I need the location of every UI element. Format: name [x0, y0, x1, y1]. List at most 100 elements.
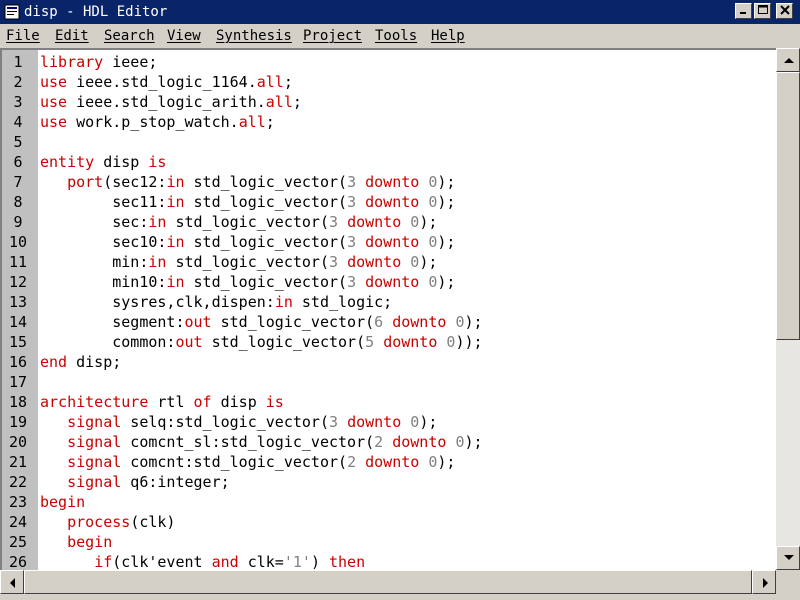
scroll-down-button[interactable] — [776, 546, 800, 570]
text-token: disp; — [67, 353, 122, 371]
line-number: 26 — [8, 553, 28, 570]
keyword-token: use — [40, 93, 68, 111]
keyword-token: signal — [67, 473, 122, 491]
scroll-up-button[interactable] — [776, 48, 800, 72]
code-line[interactable]: 10 sec10:in std_logic_vector(3 downto 0)… — [2, 232, 776, 252]
text-token: rtl — [148, 393, 194, 411]
code-line[interactable]: 16 end disp; — [2, 352, 776, 372]
literal-token: 0 — [410, 253, 420, 271]
horizontal-scrollbar[interactable] — [0, 570, 776, 594]
code-line[interactable]: 1 library ieee; — [2, 52, 776, 72]
maximize-button[interactable] — [754, 3, 771, 19]
literal-token: 2 — [374, 433, 384, 451]
code-line[interactable]: 3 use ieee.std_logic_arith.all; — [2, 92, 776, 112]
code-line[interactable]: 11 min:in std_logic_vector(3 downto 0); — [2, 252, 776, 272]
code-line[interactable]: 21 signal comcnt:std_logic_vector(2 down… — [2, 452, 776, 472]
keyword-token: if — [94, 553, 113, 570]
code-text: min:in std_logic_vector(3 downto 0); — [40, 252, 437, 272]
code-text: signal comcnt_sl:std_logic_vector(2 down… — [40, 432, 482, 452]
code-line[interactable]: 12 min10:in std_logic_vector(3 downto 0)… — [2, 272, 776, 292]
keyword-token: downto — [365, 273, 420, 291]
literal-token: 3 — [347, 273, 357, 291]
title-bar[interactable]: disp - HDL Editor — [0, 0, 800, 24]
scroll-left-button[interactable] — [0, 570, 24, 594]
code-line[interactable]: 22 signal q6:integer; — [2, 472, 776, 492]
menu-edit[interactable]: Edit — [55, 28, 89, 44]
horizontal-scroll-thumb[interactable] — [24, 570, 752, 594]
keyword-token: out — [175, 333, 203, 351]
code-line[interactable]: 13 sysres,clk,dispen:in std_logic; — [2, 292, 776, 312]
text-token: comcnt_sl:std_logic_vector( — [121, 433, 375, 451]
code-editor[interactable]: 1 library ieee; 2 use ieee.std_logic_1164.a… — [0, 48, 776, 570]
keyword-token: is — [148, 153, 167, 171]
code-line[interactable]: 2 use ieee.std_logic_1164.all; — [2, 72, 776, 92]
scroll-right-button[interactable] — [752, 570, 776, 594]
line-number: 7 — [13, 173, 23, 191]
code-line[interactable]: 17 — [2, 372, 776, 392]
text-token: q6:integer; — [121, 473, 230, 491]
text-token: common: — [40, 333, 176, 351]
text-token: sec11: — [40, 193, 167, 211]
keyword-token: all — [265, 93, 293, 111]
keyword-token: in — [274, 293, 293, 311]
menu-help[interactable]: Help — [431, 28, 465, 44]
code-line[interactable]: 7 port(sec12:in std_logic_vector(3 downt… — [2, 172, 776, 192]
code-line[interactable]: 23 begin — [2, 492, 776, 512]
vertical-scrollbar[interactable] — [776, 48, 800, 570]
minimize-button[interactable] — [735, 3, 752, 19]
code-line[interactable]: 9 sec:in std_logic_vector(3 downto 0); — [2, 212, 776, 232]
hdl-editor-window: disp - HDL Editor File Edit Search View … — [0, 0, 800, 600]
code-line[interactable]: 6 entity disp is — [2, 152, 776, 172]
code-line[interactable]: 4 use work.p_stop_watch.all; — [2, 112, 776, 132]
code-text: port(sec12:in std_logic_vector(3 downto … — [40, 172, 455, 192]
text-token: std_logic_vector( — [184, 273, 348, 291]
keyword-token: downto — [347, 413, 402, 431]
text-token: ); — [437, 273, 456, 291]
literal-token: 5 — [365, 333, 375, 351]
code-line[interactable]: 14 segment:out std_logic_vector(6 downto… — [2, 312, 776, 332]
keyword-token: downto — [347, 213, 402, 231]
menu-view[interactable]: View — [167, 28, 201, 44]
code-text: library ieee; — [40, 52, 157, 72]
text-token: std_logic_vector( — [211, 313, 375, 331]
text-token: ieee; — [103, 53, 158, 71]
code-line[interactable]: 18 architecture rtl of disp is — [2, 392, 776, 412]
menu-search[interactable]: Search — [104, 28, 155, 44]
code-line[interactable]: 24 process(clk) — [2, 512, 776, 532]
code-text: common:out std_logic_vector(5 downto 0))… — [40, 332, 482, 352]
text-token: clk= — [238, 553, 284, 570]
line-number: 5 — [13, 133, 23, 151]
text-token: sec10: — [40, 233, 167, 251]
line-number: 10 — [8, 233, 28, 251]
menu-tools[interactable]: Tools — [375, 28, 417, 44]
menu-file[interactable]: File — [6, 28, 40, 44]
close-icon — [779, 5, 790, 15]
keyword-token: entity — [40, 153, 95, 171]
code-line[interactable]: 26 if(clk'event and clk='1') then — [2, 552, 776, 570]
code-line[interactable]: 20 signal comcnt_sl:std_logic_vector(2 d… — [2, 432, 776, 452]
code-line[interactable]: 5 — [2, 132, 776, 152]
code-line[interactable]: 19 signal selq:std_logic_vector(3 downto… — [2, 412, 776, 432]
keyword-token: all — [238, 113, 266, 131]
text-token: ); — [437, 193, 456, 211]
code-text: sec11:in std_logic_vector(3 downto 0); — [40, 192, 455, 212]
code-text: process(clk) — [40, 512, 175, 532]
close-button[interactable] — [776, 3, 793, 19]
text-token: disp — [211, 393, 266, 411]
text-token: disp — [94, 153, 149, 171]
code-text: signal q6:integer; — [40, 472, 230, 492]
code-line[interactable]: 15 common:out std_logic_vector(5 downto … — [2, 332, 776, 352]
vertical-scroll-thumb[interactable] — [776, 72, 800, 340]
code-line[interactable]: 8 sec11:in std_logic_vector(3 downto 0); — [2, 192, 776, 212]
keyword-token: in — [166, 273, 185, 291]
menu-project[interactable]: Project — [303, 28, 362, 44]
text-token: ieee.std_logic_arith. — [67, 93, 266, 111]
code-line[interactable]: 25 begin — [2, 532, 776, 552]
menu-synthesis[interactable]: Synthesis — [216, 28, 292, 44]
